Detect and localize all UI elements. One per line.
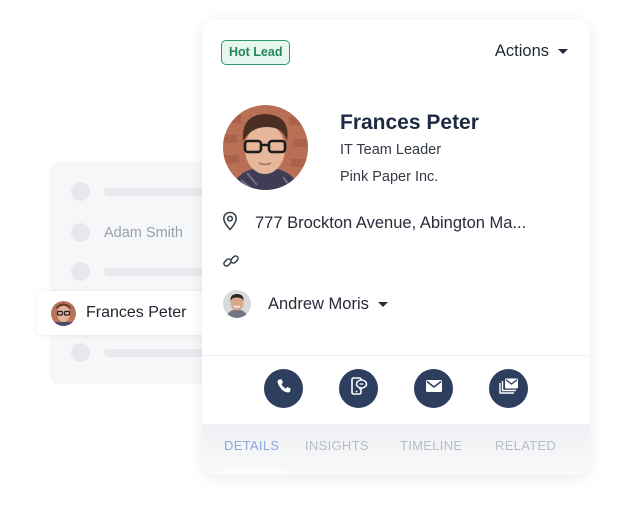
website-link[interactable] <box>222 252 240 275</box>
owner-name: Andrew Moris <box>268 294 369 313</box>
list-item-name: Adam Smith <box>104 224 183 241</box>
address-row: 777 Brockton Avenue, Abington Ma... <box>222 211 526 236</box>
contact-card: Hot Lead Actions Frances Peter IT Team L… <box>202 20 590 475</box>
avatar-placeholder <box>71 182 90 201</box>
location-pin-icon <box>222 211 238 236</box>
background-contact-list: Adam Smith <box>50 162 224 384</box>
tab-related[interactable]: RELATED <box>495 438 556 453</box>
list-item[interactable]: Adam Smith <box>71 223 183 242</box>
actions-dropdown[interactable]: Actions <box>495 42 568 61</box>
contact-name: Frances Peter <box>340 111 479 134</box>
bulk-email-icon <box>498 377 520 400</box>
tab-details[interactable]: DETAILS <box>224 438 279 453</box>
tab-bar: DETAILS INSIGHTS TIMELINE RELATED <box>202 424 590 475</box>
sms-icon <box>350 376 368 401</box>
avatar <box>51 300 76 326</box>
contact-address: 777 Brockton Avenue, Abington Ma... <box>255 214 527 232</box>
call-button[interactable] <box>264 369 303 408</box>
avatar-placeholder <box>71 223 90 242</box>
active-tab-indicator <box>222 471 284 473</box>
avatar-placeholder <box>71 262 90 281</box>
link-icon <box>222 255 240 274</box>
phone-icon <box>276 378 292 399</box>
tab-insights[interactable]: INSIGHTS <box>305 438 369 453</box>
owner-dropdown[interactable]: Andrew Moris <box>223 290 388 318</box>
tab-timeline[interactable]: TIMELINE <box>400 438 462 453</box>
email-icon <box>425 379 443 398</box>
email-button[interactable] <box>414 369 453 408</box>
actions-label: Actions <box>494 42 549 60</box>
bulk-email-button[interactable] <box>489 369 528 408</box>
caret-down-icon <box>558 49 568 54</box>
divider <box>202 355 590 356</box>
owner-avatar <box>223 290 251 318</box>
contact-company: Pink Paper Inc. <box>340 169 439 185</box>
caret-down-icon <box>377 301 388 307</box>
contact-title: IT Team Leader <box>340 142 442 158</box>
avatar-placeholder <box>71 343 90 362</box>
contact-avatar <box>223 105 308 190</box>
selected-contact-item[interactable]: Frances Peter <box>37 291 213 335</box>
sms-button[interactable] <box>339 369 378 408</box>
status-badge: Hot Lead <box>221 40 291 65</box>
selected-contact-name: Frances Peter <box>86 304 187 321</box>
